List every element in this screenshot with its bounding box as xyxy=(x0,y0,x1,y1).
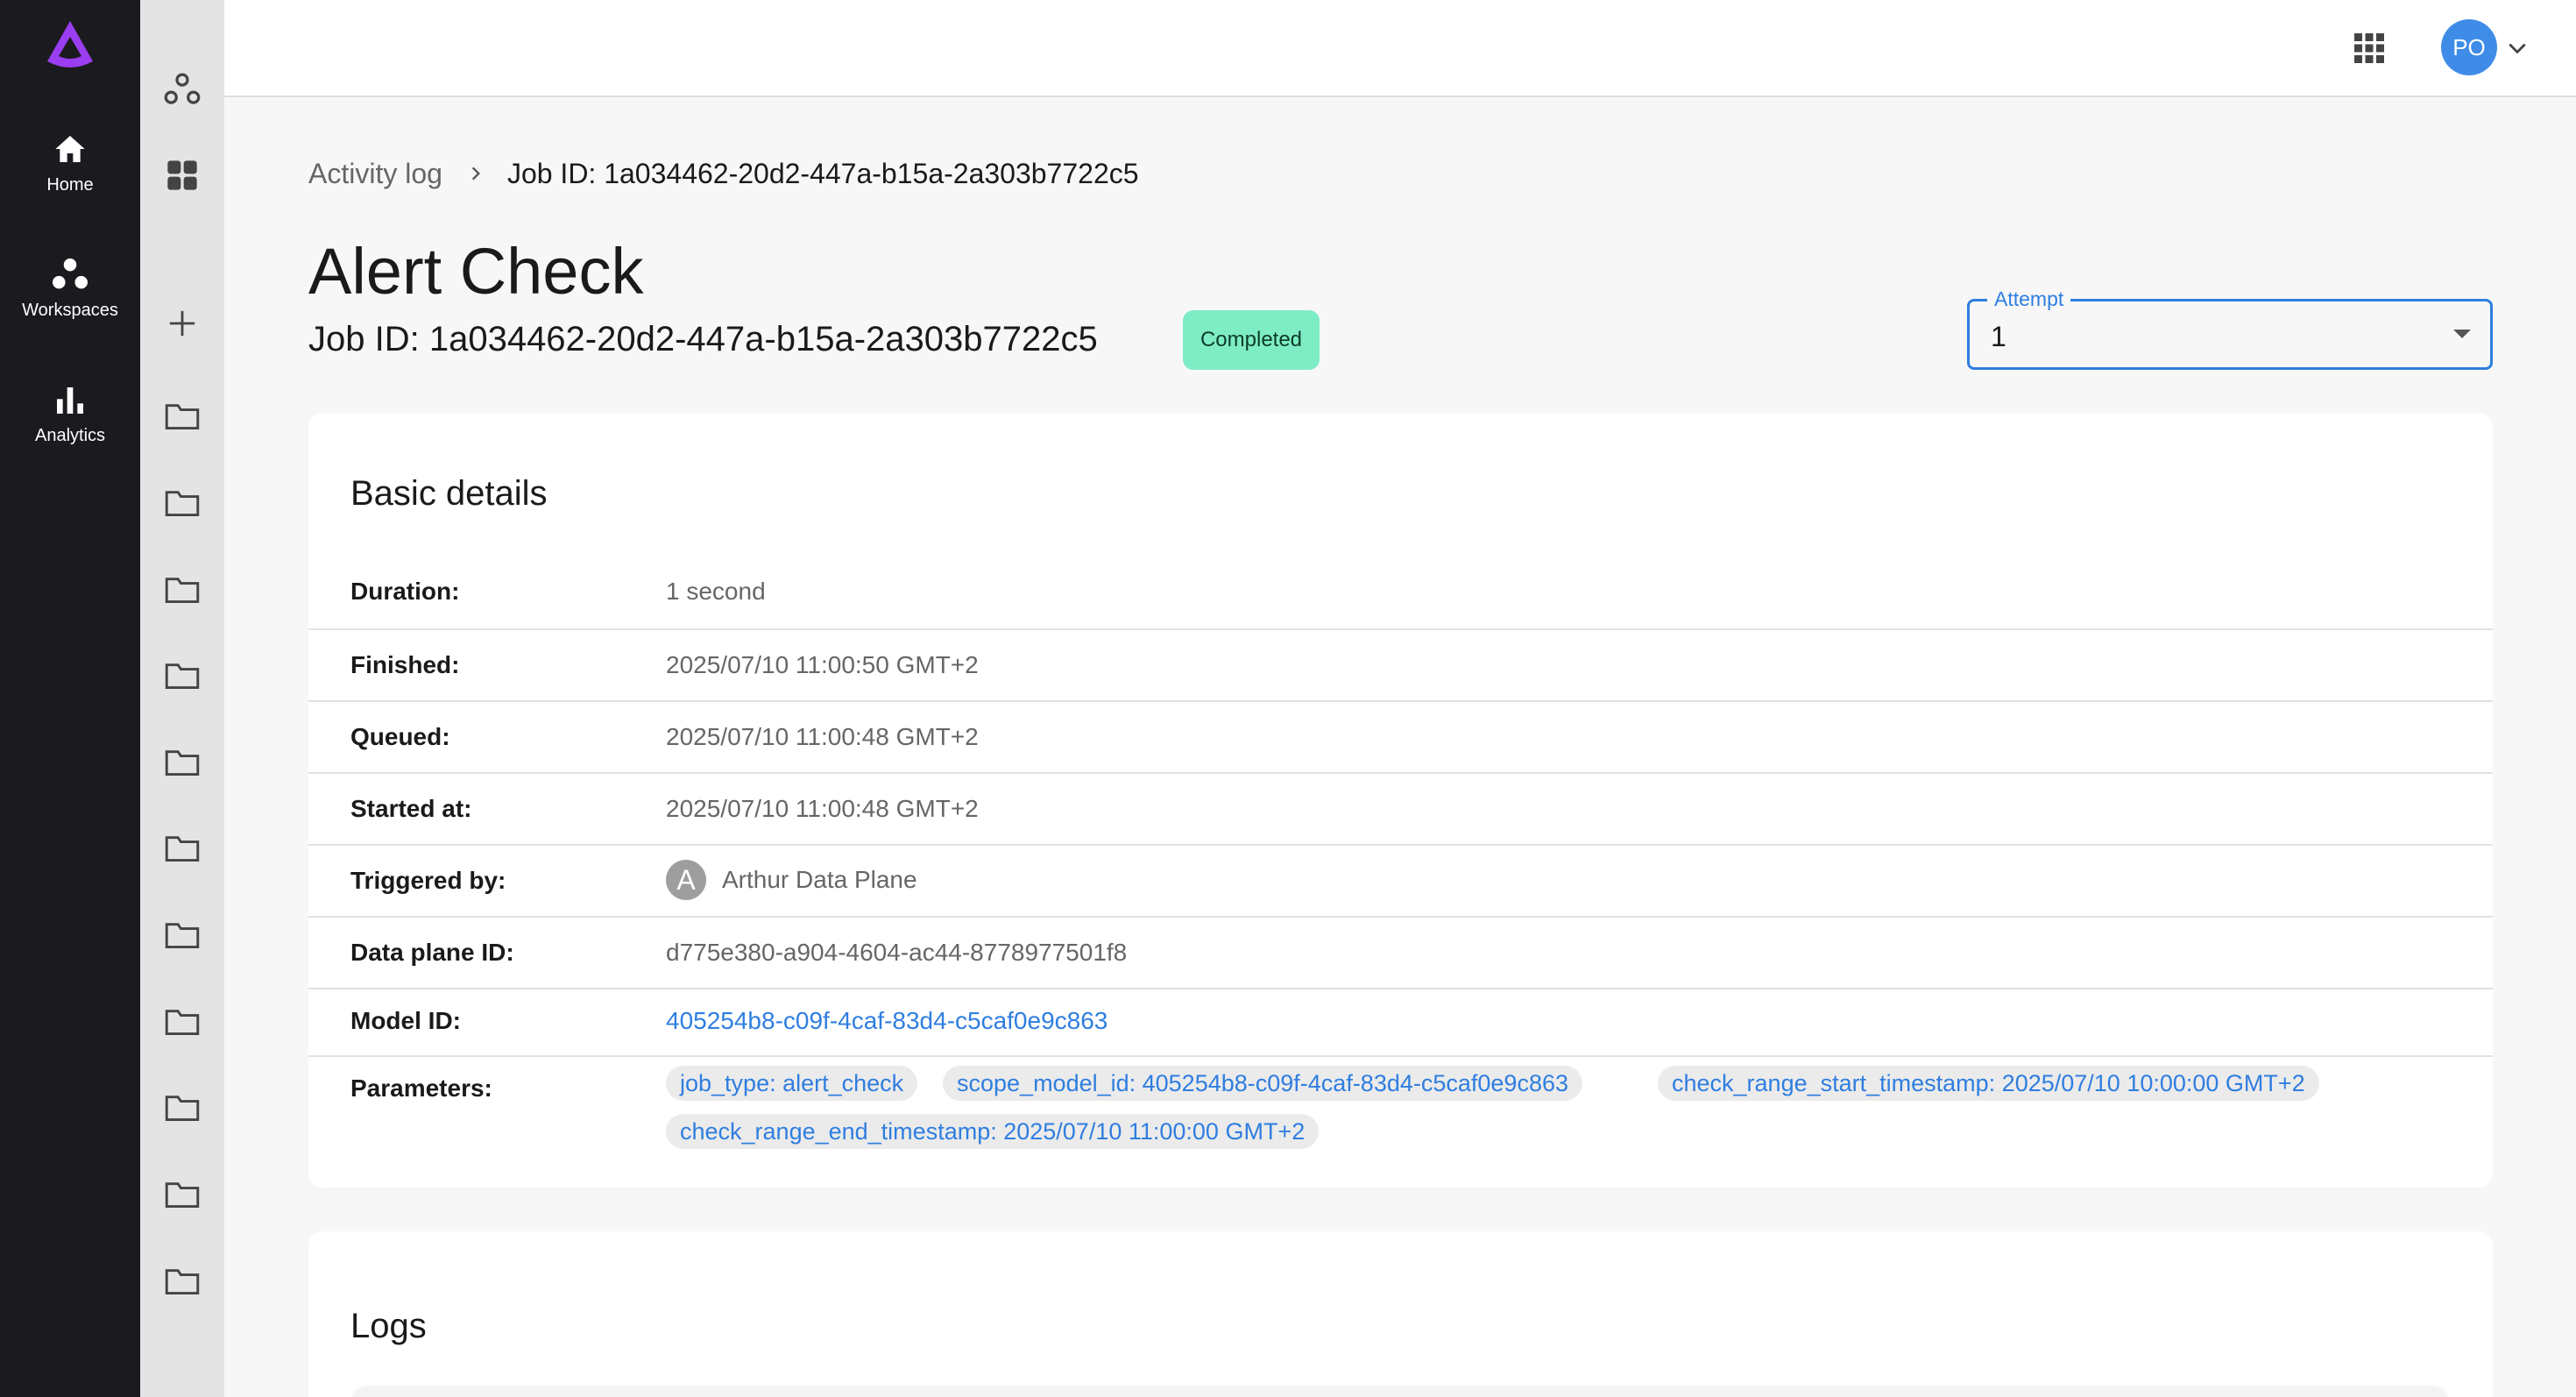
logs-card: Logs xyxy=(308,1231,2493,1397)
parameter-chip: check_range_start_timestamp: 2025/07/10 … xyxy=(1658,1066,2319,1101)
job-id: Job ID: 1a034462-20d2-447a-b15a-2a303b77… xyxy=(308,320,1098,358)
brand-logo-icon[interactable] xyxy=(42,16,98,72)
workspaces-outline-icon[interactable] xyxy=(161,68,203,110)
dashboard-icon[interactable] xyxy=(161,154,203,196)
model-label: Model ID: xyxy=(350,1007,461,1034)
model-link[interactable]: 405254b8-c09f-4caf-83d4-c5caf0e9c863 xyxy=(666,1007,1108,1035)
chevron-down-icon[interactable] xyxy=(2506,37,2529,60)
nav-analytics[interactable]: Analytics xyxy=(0,384,140,446)
primary-nav: Home Workspaces Analytics xyxy=(0,0,140,1397)
trigger-avatar: A xyxy=(666,860,706,900)
detail-row-queued: Queued: 2025/07/10 11:00:48 GMT+2 xyxy=(308,702,2493,774)
nav-home-label: Home xyxy=(46,175,94,195)
nav-workspaces[interactable]: Workspaces xyxy=(0,257,140,321)
top-bar xyxy=(224,0,2576,97)
started-label: Started at: xyxy=(350,795,472,822)
duration-value: 1 second xyxy=(666,578,766,605)
started-value: 2025/07/10 11:00:48 GMT+2 xyxy=(666,795,979,822)
attempt-label: Attempt xyxy=(1987,287,2071,311)
detail-row-dataplane: Data plane ID: d775e380-a904-4604-ac44-8… xyxy=(308,918,2493,989)
folder-icon[interactable] xyxy=(161,1086,203,1128)
breadcrumb-activity-log[interactable]: Activity log xyxy=(308,158,442,190)
folder-icon[interactable] xyxy=(161,741,203,783)
dropdown-arrow-icon xyxy=(2453,330,2471,338)
logs-heading: Logs xyxy=(350,1307,427,1345)
detail-row-started: Started at: 2025/07/10 11:00:48 GMT+2 xyxy=(308,774,2493,846)
status-badge: Completed xyxy=(1183,310,1320,370)
breadcrumb: Activity log Job ID: 1a034462-20d2-447a-… xyxy=(308,154,1139,193)
folder-icon[interactable] xyxy=(161,568,203,610)
folder-icon[interactable] xyxy=(161,913,203,955)
detail-row-duration: Duration: 1 second xyxy=(308,560,2493,630)
triggered-value: A Arthur Data Plane xyxy=(666,860,917,900)
folder-icon[interactable] xyxy=(161,1173,203,1215)
finished-value: 2025/07/10 11:00:50 GMT+2 xyxy=(666,651,979,678)
detail-row-parameters: Parameters: job_type: alert_check scope_… xyxy=(308,1057,2493,1162)
basic-details-heading: Basic details xyxy=(350,474,548,513)
parameter-chip: job_type: alert_check xyxy=(666,1066,918,1101)
parameters-label: Parameters: xyxy=(350,1074,492,1102)
queued-label: Queued: xyxy=(350,723,450,750)
detail-row-model: Model ID: 405254b8-c09f-4caf-83d4-c5caf0… xyxy=(308,989,2493,1057)
folder-icon[interactable] xyxy=(161,394,203,436)
logs-content xyxy=(350,1386,2450,1397)
nav-analytics-label: Analytics xyxy=(34,426,106,445)
basic-details-card: Basic details Duration: 1 second Finishe… xyxy=(308,413,2493,1188)
detail-row-triggered: Triggered by: A Arthur Data Plane xyxy=(308,846,2493,918)
folder-icon[interactable] xyxy=(161,481,203,523)
breadcrumb-current: Job ID: 1a034462-20d2-447a-b15a-2a303b77… xyxy=(506,157,1139,189)
parameter-chip: check_range_end_timestamp: 2025/07/10 11… xyxy=(666,1114,1320,1149)
analytics-icon xyxy=(57,387,83,414)
parameter-chip: scope_model_id: 405254b8-c09f-4caf-83d4-… xyxy=(943,1066,1582,1101)
home-icon xyxy=(55,136,85,162)
chevron-right-icon xyxy=(467,165,485,182)
dataplane-label: Data plane ID: xyxy=(350,939,514,966)
folder-icon[interactable] xyxy=(161,1000,203,1042)
folder-icon[interactable] xyxy=(161,1259,203,1301)
attempt-select[interactable]: Attempt 1 xyxy=(1967,287,2493,370)
detail-row-finished: Finished: 2025/07/10 11:00:50 GMT+2 xyxy=(308,630,2493,702)
finished-label: Finished: xyxy=(350,651,460,678)
queued-value: 2025/07/10 11:00:48 GMT+2 xyxy=(666,723,979,750)
workspaces-icon xyxy=(53,258,88,289)
secondary-nav xyxy=(140,0,224,1397)
dataplane-value: d775e380-a904-4604-ac44-8778977501f8 xyxy=(666,939,1128,966)
triggered-label: Triggered by: xyxy=(350,867,506,894)
page-title: Alert Check xyxy=(308,235,644,308)
duration-label: Duration: xyxy=(350,578,460,605)
attempt-value: 1 xyxy=(1991,321,2006,352)
add-icon[interactable] xyxy=(161,302,203,344)
user-avatar[interactable]: PO xyxy=(2441,19,2497,75)
trigger-name: Arthur Data Plane xyxy=(722,866,917,893)
nav-workspaces-label: Workspaces xyxy=(22,301,118,320)
folder-icon[interactable] xyxy=(161,826,203,869)
folder-icon[interactable] xyxy=(161,654,203,696)
nav-home[interactable]: Home xyxy=(0,131,140,195)
apps-grid-icon[interactable] xyxy=(2354,33,2384,63)
